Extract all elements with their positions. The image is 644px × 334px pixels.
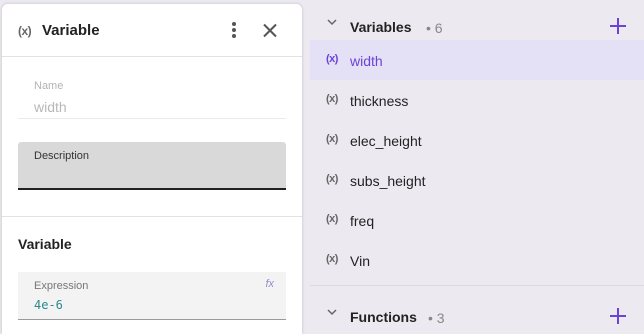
chevron-down-icon[interactable] (327, 17, 337, 27)
variable-name: elec_height (350, 133, 422, 149)
variables-list-panel: Variables • 6 (x) width (x) thickness (x… (310, 0, 644, 334)
description-label: Description (34, 150, 90, 162)
variable-name: freq (350, 213, 375, 229)
variable-name: width (350, 53, 383, 69)
variable-icon: (x) (326, 93, 338, 105)
function-icon[interactable]: fx (265, 278, 274, 290)
name-label: Name (34, 80, 64, 92)
variable-item-vin[interactable]: (x) Vin (310, 240, 644, 280)
panel-title: Variable (42, 22, 100, 39)
functions-title: Functions (350, 309, 417, 325)
variable-item-elec-height[interactable]: (x) elec_height (310, 120, 644, 160)
variable-item-freq[interactable]: (x) freq (310, 200, 644, 240)
description-field[interactable]: Description (18, 142, 286, 190)
variable-item-thickness[interactable]: (x) thickness (310, 80, 644, 120)
section-title: Variable (18, 236, 72, 252)
variable-name: Vin (350, 253, 370, 269)
variable-icon: (x) (18, 24, 32, 38)
expression-value: 4e-6 (34, 298, 63, 312)
add-variable-icon[interactable] (610, 18, 626, 34)
variable-item-width[interactable]: (x) width (310, 40, 644, 80)
variable-icon: (x) (326, 53, 338, 65)
variable-icon: (x) (326, 213, 338, 225)
chevron-down-icon[interactable] (327, 307, 337, 317)
functions-count: • 3 (428, 310, 445, 326)
expression-label: Expression (34, 280, 89, 292)
variable-item-subs-height[interactable]: (x) subs_height (310, 160, 644, 200)
variables-group-header[interactable]: Variables • 6 (310, 4, 644, 44)
name-value: width (34, 99, 67, 115)
section-divider (2, 216, 302, 217)
variable-icon: (x) (326, 173, 338, 185)
variable-name: subs_height (350, 173, 426, 189)
variables-count: • 6 (426, 20, 443, 36)
variable-icon: (x) (326, 133, 338, 145)
group-divider (310, 285, 644, 286)
variable-icon: (x) (326, 253, 338, 265)
panel-header: (x) Variable (2, 4, 302, 57)
variable-name: thickness (350, 93, 409, 109)
variable-editor-panel: (x) Variable Name width Description Vari… (2, 4, 302, 334)
variables-title: Variables (350, 19, 412, 35)
functions-group-header[interactable]: Functions • 3 (310, 294, 644, 334)
name-field[interactable]: Name width (18, 73, 286, 119)
add-function-icon[interactable] (610, 308, 626, 324)
more-options-icon[interactable] (228, 22, 240, 40)
close-icon[interactable] (261, 21, 279, 39)
expression-field[interactable]: Expression 4e-6 fx (18, 272, 286, 320)
